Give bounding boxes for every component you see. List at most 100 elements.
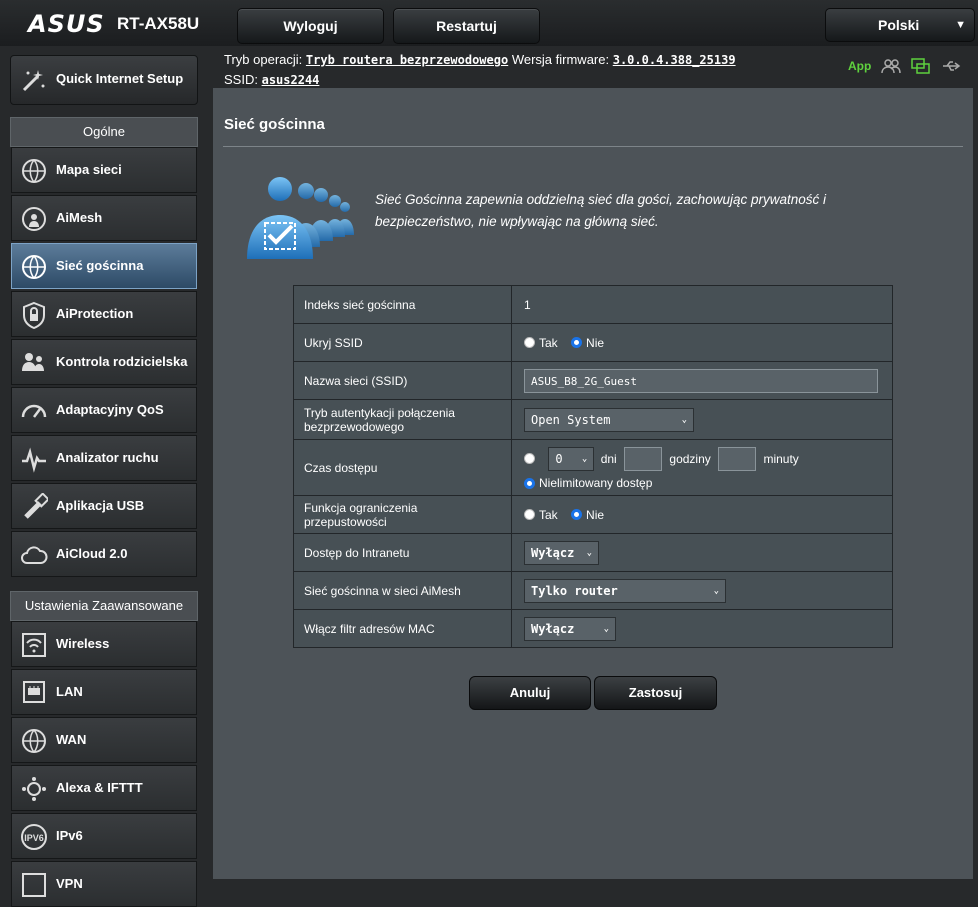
ssid-link[interactable]: asus2244 — [262, 73, 320, 87]
usb-icon — [24, 493, 48, 519]
general-section-header: Ogólne — [10, 117, 198, 147]
usb-status-icon[interactable] — [941, 58, 961, 74]
status-info: Tryb operacji: Tryb routera bezprzewodow… — [224, 50, 736, 90]
sidebar-item-label: Aplikacja USB — [56, 498, 145, 513]
chevron-down-icon: ⌄ — [586, 547, 592, 558]
sidebar-item-label: AiMesh — [56, 210, 103, 225]
table-row: Dostęp do Intranetu Wyłącz ⌄ — [293, 533, 893, 572]
hide-ssid-yes-radio[interactable] — [524, 337, 535, 349]
sidebar-item-label: VPN — [56, 876, 83, 891]
traffic-analyzer-icon — [22, 447, 46, 473]
minutes-unit: minuty — [763, 451, 799, 466]
ipv6-icon: IPV6 — [21, 824, 47, 850]
sidebar-item-label: Analizator ruchu — [56, 450, 159, 465]
sidebar-item-label: Adaptacyjny QoS — [56, 402, 164, 417]
vpn-icon — [22, 873, 46, 897]
unlimited-access-radio[interactable] — [524, 477, 535, 489]
sidebar-item-label: Sieć gościnna — [56, 258, 144, 273]
sidebar-item-aicloud-2-0[interactable]: AiCloud 2.0 — [11, 531, 197, 577]
quick-internet-setup-button[interactable]: Quick Internet Setup — [10, 55, 198, 105]
gauge-icon — [21, 404, 47, 418]
sidebar-item-sie-go-cinna[interactable]: Sieć gościnna — [11, 243, 197, 289]
firmware-link[interactable]: 3.0.0.4.388_25139 — [613, 53, 736, 67]
ssid-field-label: Nazwa sieci (SSID) — [293, 361, 512, 400]
sidebar-item-mapa-sieci[interactable]: Mapa sieci — [11, 147, 197, 193]
sidebar-item-label: WAN — [56, 732, 87, 747]
table-row: Czas dostępu 0 ⌄ dni godziny minuty Nieli… — [293, 439, 893, 496]
sidebar-item-lan[interactable]: LAN — [11, 669, 197, 715]
sidebar-item-label: LAN — [56, 684, 83, 699]
shield-lock-icon — [23, 301, 45, 329]
restart-button[interactable]: Restartuj — [393, 8, 540, 44]
sidebar-item-wan[interactable]: WAN — [11, 717, 197, 763]
guest-users-illustration — [247, 177, 354, 259]
auth-mode-label: Tryb autentykacji połączenia bezprzewodo… — [293, 399, 512, 440]
language-value: Polski — [878, 17, 920, 33]
sidebar-item-aimesh[interactable]: AiMesh — [11, 195, 197, 241]
minutes-input[interactable] — [718, 446, 757, 471]
guest-index-value: 1 — [511, 285, 893, 324]
chevron-down-icon: ⌄ — [681, 414, 687, 425]
chevron-down-icon: ⌄ — [713, 585, 719, 596]
sidebar-item-aplikacja-usb[interactable]: Aplikacja USB — [11, 483, 197, 529]
sidebar-item-adaptacyjny-qos[interactable]: Adaptacyjny QoS — [11, 387, 197, 433]
title-divider — [223, 146, 963, 147]
bandwidth-limit-label: Funkcja ograniczenia przepustowości — [293, 495, 512, 534]
days-value: 0 — [555, 451, 563, 466]
table-row: Włącz filtr adresów MAC Wyłącz ⌄ — [293, 609, 893, 648]
sidebar-item-label: AiProtection — [56, 306, 134, 321]
yes-label: Tak — [539, 335, 558, 350]
hide-ssid-label: Ukryj SSID — [293, 323, 512, 362]
bandwidth-no-radio[interactable] — [571, 509, 583, 521]
app-icon[interactable]: App — [848, 59, 871, 73]
hours-unit: godziny — [669, 451, 711, 466]
sidebar-item-alexa-ifttt[interactable]: Alexa & IFTTT — [11, 765, 197, 811]
op-mode-label: Tryb operacji: — [224, 52, 303, 67]
aimesh-guest-label: Sieć gościnna w sieci AiMesh — [293, 571, 512, 610]
guest-network-description: Sieć Gościnna zapewnia oddzielną sieć dl… — [375, 192, 826, 229]
hide-ssid-no-radio[interactable] — [571, 337, 583, 349]
lan-icon — [23, 681, 45, 703]
days-select[interactable]: 0 ⌄ — [548, 446, 595, 471]
sidebar-item-label: AiCloud 2.0 — [56, 546, 128, 561]
intranet-access-value: Wyłącz — [531, 545, 575, 560]
language-select[interactable]: Polski ▼ — [825, 8, 975, 42]
table-row: Funkcja ograniczenia przepustowości Tak … — [293, 495, 893, 534]
cancel-button[interactable]: Anuluj — [469, 676, 591, 710]
limited-access-radio[interactable] — [524, 453, 535, 465]
table-row: Indeks sieć gościnna 1 — [293, 285, 893, 324]
guest-index-label: Indeks sieć gościnna — [293, 285, 512, 324]
network-map-icon — [22, 159, 46, 183]
mac-filter-value: Wyłącz — [531, 621, 575, 636]
sidebar-item-wireless[interactable]: Wireless — [11, 621, 197, 667]
table-row: Tryb autentykacji połączenia bezprzewodo… — [293, 399, 893, 440]
sidebar-item-vpn[interactable]: VPN — [11, 861, 197, 907]
sidebar-item-analizator-ruchu[interactable]: Analizator ruchu — [11, 435, 197, 481]
chevron-down-icon: ⌄ — [581, 453, 588, 464]
sidebar-item-aiprotection[interactable]: AiProtection — [11, 291, 197, 337]
firmware-label: Wersja firmware: — [511, 52, 610, 67]
sidebar-item-kontrola-rodzicielska[interactable]: Kontrola rodzicielska — [11, 339, 197, 385]
wireless-icon — [22, 633, 46, 657]
aimesh-guest-select[interactable]: Tylko router ⌄ — [524, 578, 726, 603]
connected-devices-icon[interactable] — [911, 58, 931, 74]
top-bar: ASUS RT-AX58U Wyloguj Restartuj Polski ▼ — [0, 0, 978, 46]
clients-icon[interactable] — [881, 58, 902, 74]
intranet-access-select[interactable]: Wyłącz ⌄ — [524, 540, 599, 565]
bandwidth-yes-radio[interactable] — [524, 509, 535, 521]
ssid-input[interactable]: ASUS_B8_2G_Guest — [524, 368, 878, 393]
sidebar-item-label: Mapa sieci — [56, 162, 122, 177]
logout-button[interactable]: Wyloguj — [237, 8, 384, 44]
no-label: Nie — [586, 507, 605, 522]
quick-setup-label: Quick Internet Setup — [56, 71, 184, 86]
router-model: RT-AX58U — [117, 14, 200, 33]
sidebar-item-ipv6[interactable]: IPV6 IPv6 — [11, 813, 197, 859]
intranet-access-label: Dostęp do Intranetu — [293, 533, 512, 572]
hours-input[interactable] — [624, 446, 663, 471]
mac-filter-select[interactable]: Wyłącz ⌄ — [524, 616, 616, 641]
op-mode-link[interactable]: Tryb routera bezprzewodowego — [306, 53, 508, 67]
apply-button[interactable]: Zastosuj — [594, 676, 717, 710]
page-title: Sieć gościnna — [224, 116, 325, 133]
auth-mode-select[interactable]: Open System ⌄ — [524, 407, 694, 432]
alexa-icon — [22, 777, 46, 801]
